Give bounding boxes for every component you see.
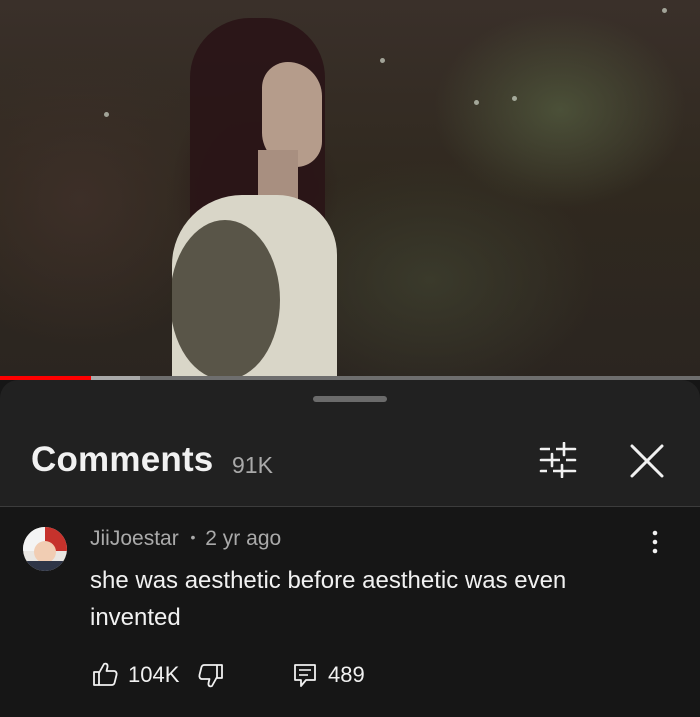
thumb-down-icon[interactable] bbox=[198, 663, 224, 689]
comment-text: she was aesthetic before aesthetic was e… bbox=[90, 567, 567, 631]
close-icon[interactable] bbox=[628, 442, 666, 480]
sort-filter-icon[interactable] bbox=[538, 442, 578, 478]
thumb-up-icon[interactable] bbox=[92, 661, 118, 687]
reply-count: 489 bbox=[328, 662, 365, 687]
video-player[interactable] bbox=[0, 0, 700, 378]
like-count: 104K bbox=[128, 662, 180, 687]
comments-title: Comments bbox=[31, 440, 214, 479]
comment-item: JiiJoestar • 2 yr ago she was aesthetic … bbox=[0, 507, 700, 717]
avatar[interactable] bbox=[23, 527, 67, 571]
video-foliage bbox=[170, 220, 280, 378]
reply-icon[interactable] bbox=[292, 662, 318, 688]
comments-count: 91K bbox=[232, 452, 273, 478]
drag-handle[interactable] bbox=[313, 396, 387, 402]
comment-author[interactable]: JiiJoestar bbox=[90, 527, 179, 550]
comment-meta: JiiJoestar • 2 yr ago bbox=[90, 527, 281, 551]
more-vert-icon[interactable] bbox=[644, 529, 666, 555]
avatar-face bbox=[34, 541, 56, 563]
meta-separator: • bbox=[190, 529, 196, 545]
comment-age: 2 yr ago bbox=[205, 527, 282, 550]
avatar-shirt bbox=[27, 561, 63, 571]
